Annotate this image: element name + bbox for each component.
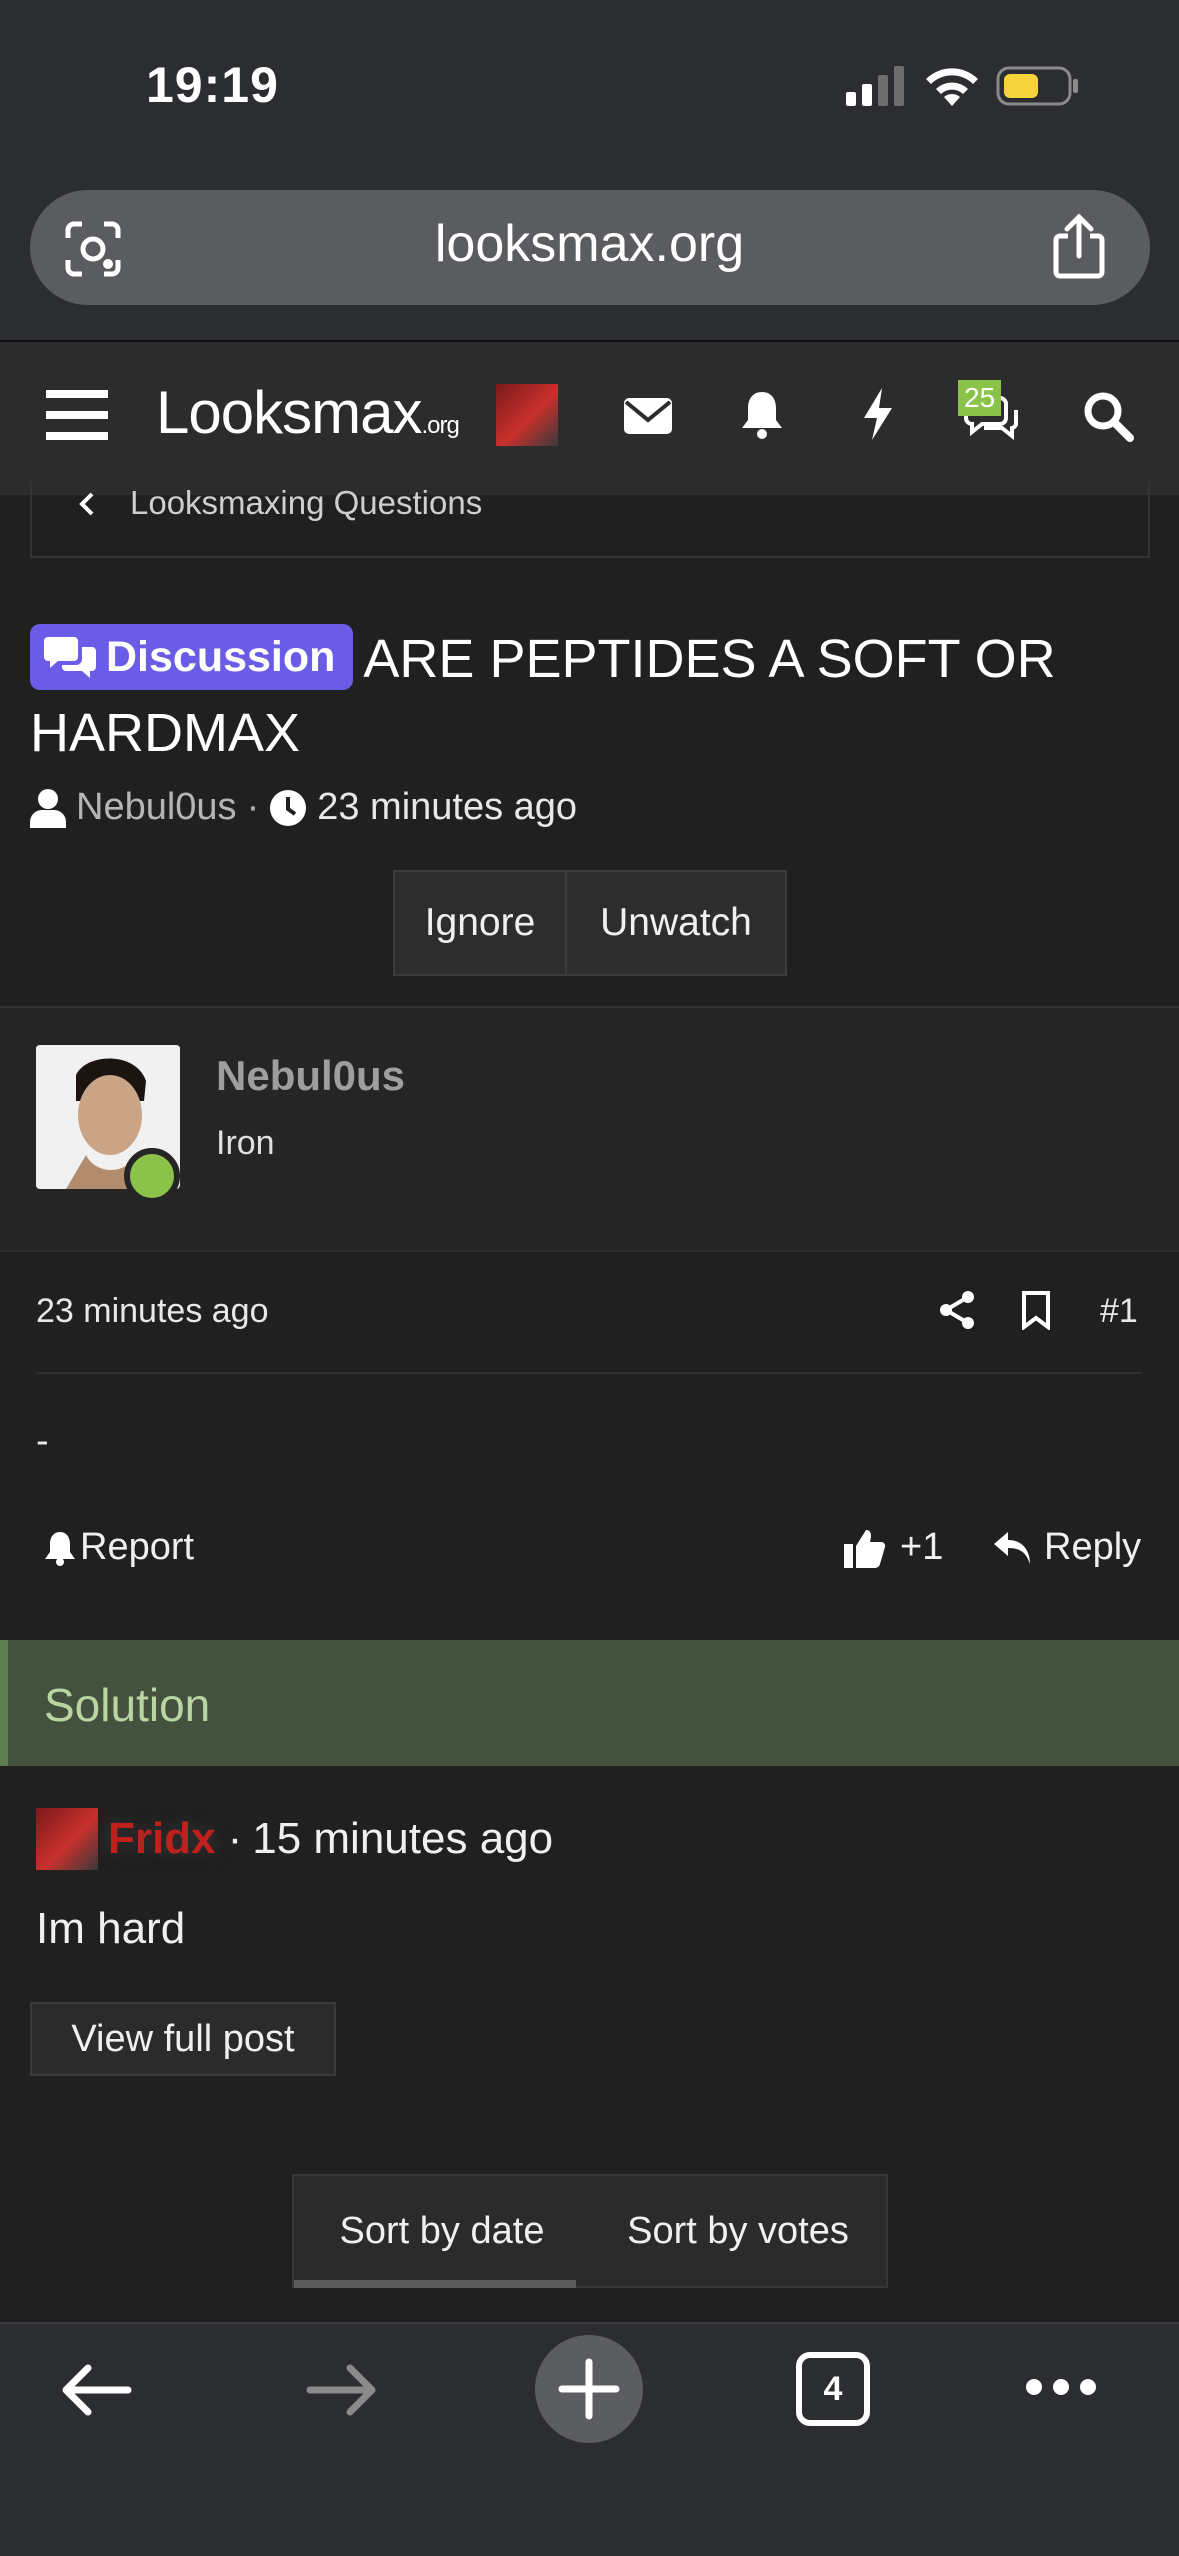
report-button[interactable]: Report — [44, 1526, 194, 1569]
post-divider — [36, 1372, 1142, 1374]
thread-actions: Ignore Unwatch — [393, 870, 787, 976]
lightning-icon[interactable] — [850, 386, 906, 442]
thread-author[interactable]: Nebul0us — [76, 786, 237, 829]
reply-icon — [994, 1531, 1030, 1564]
tab-sort-by-date[interactable]: Sort by date — [294, 2176, 590, 2288]
tab-sort-by-votes[interactable]: Sort by votes — [590, 2176, 886, 2286]
bell-icon[interactable] — [734, 386, 790, 442]
meta-separator: · — [246, 786, 260, 828]
post-user-rank: Iron — [216, 1124, 275, 1162]
like-button[interactable]: +1 — [844, 1526, 943, 1569]
ignore-button[interactable]: Ignore — [393, 870, 567, 976]
status-time: 19:19 — [146, 57, 279, 113]
user-icon — [30, 788, 66, 828]
post-number[interactable]: #1 — [1100, 1292, 1138, 1331]
chevron-left-icon[interactable] — [76, 490, 100, 518]
thread-meta: Nebul0us · 23 minutes ago — [30, 786, 577, 829]
cellular-signal-icon — [846, 66, 904, 106]
post-username[interactable]: Nebul0us — [216, 1052, 405, 1100]
solution-time[interactable]: 15 minutes ago — [252, 1814, 553, 1864]
breadcrumb-link[interactable]: Looksmaxing Questions — [130, 484, 482, 522]
envelope-icon[interactable] — [620, 388, 676, 444]
sort-tabs: Sort by date Sort by votes — [292, 2174, 888, 2288]
solution-author-avatar[interactable] — [36, 1808, 98, 1870]
url-text[interactable]: looksmax.org — [0, 214, 1179, 274]
battery-icon — [996, 66, 1078, 106]
wifi-icon — [926, 68, 978, 106]
meta-separator: · — [227, 1814, 243, 1863]
solution-meta: Fridx · 15 minutes ago — [36, 1808, 553, 1870]
menu-icon[interactable] — [46, 388, 108, 442]
forward-arrow-icon[interactable] — [304, 2360, 380, 2420]
bell-report-icon — [45, 1531, 75, 1566]
conversations-badge: 25 — [958, 380, 1002, 416]
online-indicator — [124, 1148, 180, 1204]
search-icon[interactable] — [1080, 388, 1136, 444]
back-arrow-icon[interactable] — [58, 2360, 134, 2420]
unwatch-button[interactable]: Unwatch — [567, 870, 787, 976]
clock-icon — [270, 789, 307, 826]
thread-time[interactable]: 23 minutes ago — [317, 786, 577, 829]
bookmark-icon[interactable] — [1020, 1290, 1052, 1330]
more-menu-icon[interactable] — [1024, 2374, 1098, 2400]
solution-author[interactable]: Fridx — [108, 1814, 216, 1864]
tab-switcher-button[interactable]: 4 — [796, 2352, 870, 2426]
new-tab-icon[interactable] — [534, 2334, 644, 2444]
share-post-icon[interactable] — [938, 1290, 976, 1330]
reply-button[interactable]: Reply — [992, 1526, 1141, 1569]
discussion-prefix[interactable]: Discussion — [30, 624, 354, 690]
solution-text: Im hard — [36, 1904, 186, 1953]
post-content: - — [36, 1420, 49, 1462]
share-icon[interactable] — [1050, 214, 1108, 280]
comments-icon — [44, 637, 96, 678]
solution-label: Solution — [44, 1679, 211, 1731]
thread-title: Discussion ARE PEPTIDES A SOFT OR HARDMAX — [30, 622, 1150, 770]
view-full-post-button[interactable]: View full post — [30, 2002, 336, 2076]
user-avatar[interactable] — [496, 384, 558, 446]
post-date[interactable]: 23 minutes ago — [36, 1292, 269, 1331]
thumbs-up-icon — [844, 1529, 886, 1568]
site-logo[interactable]: Looksmax.org — [156, 378, 460, 447]
